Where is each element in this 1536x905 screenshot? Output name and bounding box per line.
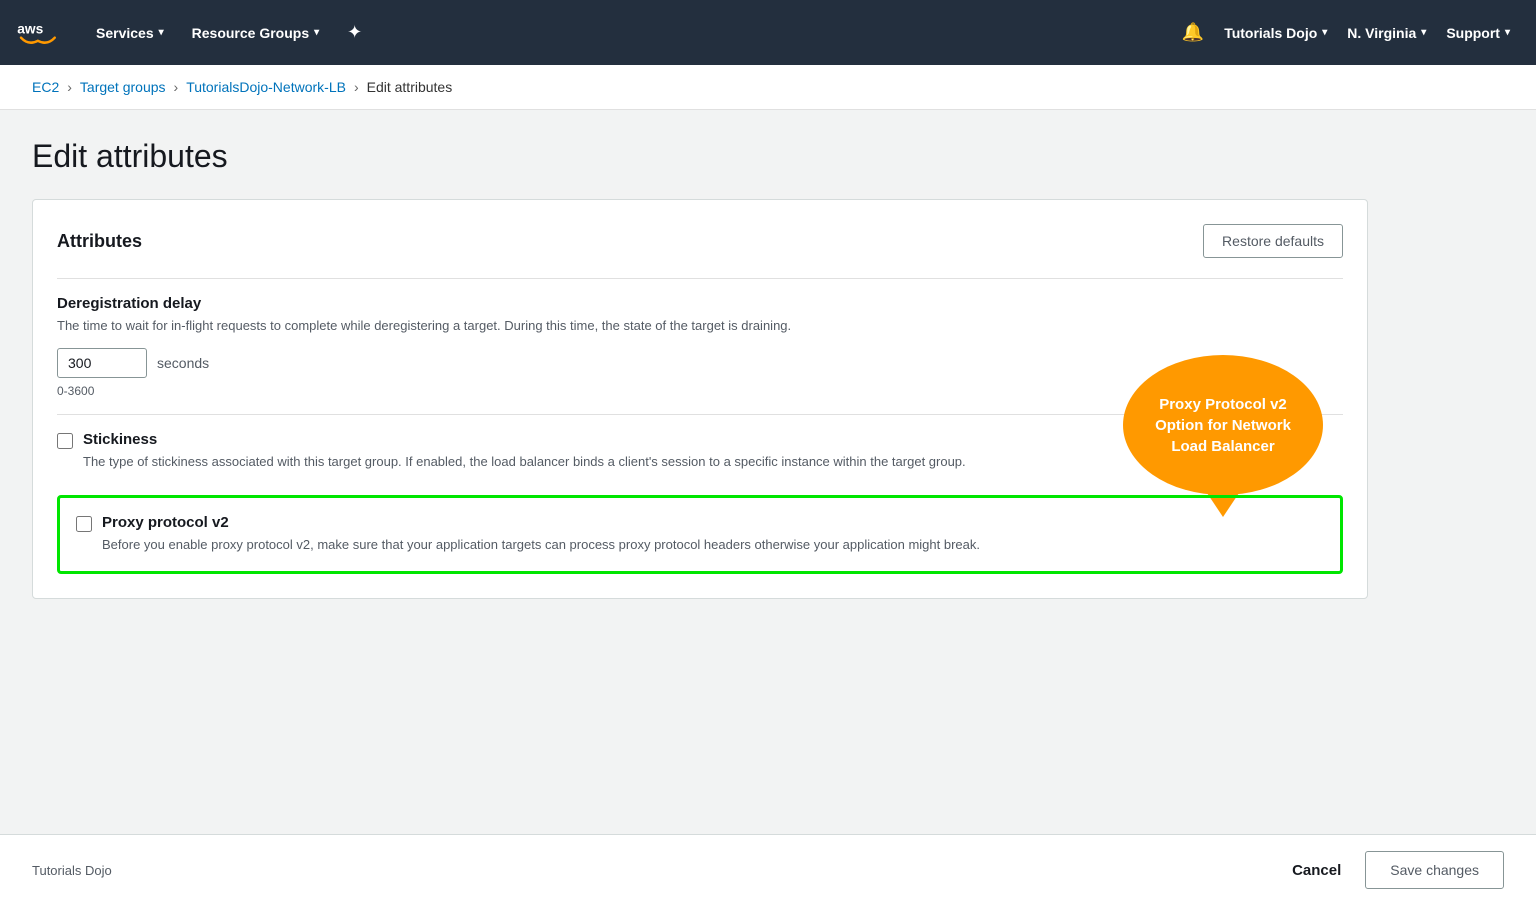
breadcrumb-current: Edit attributes bbox=[367, 79, 453, 95]
speech-bubble-text: Proxy Protocol v2 Option for Network Loa… bbox=[1139, 394, 1307, 457]
main-content: Edit attributes Attributes Restore defau… bbox=[0, 110, 1400, 699]
deregistration-label: Deregistration delay bbox=[57, 295, 1343, 312]
stickiness-content: Stickiness The type of stickiness associ… bbox=[83, 431, 966, 472]
breadcrumb-sep-3: › bbox=[354, 79, 359, 95]
support-nav[interactable]: Support ▾ bbox=[1436, 17, 1520, 49]
breadcrumb-lb-name[interactable]: TutorialsDojo-Network-LB bbox=[186, 79, 346, 95]
proxy-protocol-description: Before you enable proxy protocol v2, mak… bbox=[102, 535, 980, 555]
stickiness-label: Stickiness bbox=[83, 431, 966, 448]
card-header: Attributes Restore defaults bbox=[57, 224, 1343, 258]
breadcrumb-sep-2: › bbox=[174, 79, 179, 95]
breadcrumb: EC2 › Target groups › TutorialsDojo-Netw… bbox=[0, 65, 1536, 110]
footer-actions: Cancel Save changes bbox=[1292, 851, 1504, 889]
breadcrumb-sep-1: › bbox=[67, 79, 72, 95]
account-chevron-icon: ▾ bbox=[1322, 27, 1327, 38]
services-nav[interactable]: Services ▾ bbox=[86, 17, 174, 49]
resource-groups-nav[interactable]: Resource Groups ▾ bbox=[182, 17, 330, 49]
footer: Tutorials Dojo Cancel Save changes bbox=[0, 834, 1536, 905]
stickiness-checkbox[interactable] bbox=[57, 433, 73, 449]
services-label: Services bbox=[96, 25, 154, 41]
speech-bubble: Proxy Protocol v2 Option for Network Loa… bbox=[1123, 355, 1323, 495]
deregistration-description: The time to wait for in-flight requests … bbox=[57, 316, 1343, 336]
nav-right: 🔔 Tutorials Dojo ▾ N. Virginia ▾ Support… bbox=[1172, 14, 1520, 51]
resource-groups-chevron-icon: ▾ bbox=[314, 27, 319, 38]
save-changes-button[interactable]: Save changes bbox=[1365, 851, 1504, 889]
resource-groups-label: Resource Groups bbox=[192, 25, 309, 41]
restore-defaults-button[interactable]: Restore defaults bbox=[1203, 224, 1343, 258]
region-label: N. Virginia bbox=[1347, 25, 1416, 41]
breadcrumb-target-groups[interactable]: Target groups bbox=[80, 79, 166, 95]
proxy-protocol-content: Proxy protocol v2 Before you enable prox… bbox=[102, 514, 980, 555]
bookmark-icon[interactable]: ✦ bbox=[337, 14, 372, 51]
navbar: aws Services ▾ Resource Groups ▾ ✦ 🔔 Tut… bbox=[0, 0, 1536, 65]
account-label: Tutorials Dojo bbox=[1224, 25, 1317, 41]
account-nav[interactable]: Tutorials Dojo ▾ bbox=[1214, 17, 1337, 49]
region-nav[interactable]: N. Virginia ▾ bbox=[1337, 17, 1436, 49]
services-chevron-icon: ▾ bbox=[159, 27, 164, 38]
support-chevron-icon: ▾ bbox=[1505, 27, 1510, 38]
bell-icon[interactable]: 🔔 bbox=[1172, 14, 1214, 51]
deregistration-unit: seconds bbox=[157, 355, 209, 371]
cancel-button[interactable]: Cancel bbox=[1292, 862, 1341, 879]
footer-brand: Tutorials Dojo bbox=[32, 863, 112, 878]
breadcrumb-ec2[interactable]: EC2 bbox=[32, 79, 59, 95]
proxy-protocol-label: Proxy protocol v2 bbox=[102, 514, 980, 531]
support-label: Support bbox=[1446, 25, 1500, 41]
proxy-protocol-section: Proxy protocol v2 Before you enable prox… bbox=[57, 495, 1343, 574]
svg-text:aws: aws bbox=[17, 21, 43, 36]
attributes-card: Attributes Restore defaults Deregistrati… bbox=[32, 199, 1368, 599]
proxy-protocol-wrapper: Proxy Protocol v2 Option for Network Loa… bbox=[57, 495, 1343, 574]
proxy-protocol-checkbox[interactable] bbox=[76, 516, 92, 532]
proxy-protocol-row: Proxy protocol v2 Before you enable prox… bbox=[76, 514, 1324, 555]
aws-logo[interactable]: aws bbox=[16, 15, 66, 51]
speech-bubble-container: Proxy Protocol v2 Option for Network Loa… bbox=[1123, 355, 1323, 495]
card-title: Attributes bbox=[57, 231, 142, 252]
page-title: Edit attributes bbox=[32, 138, 1368, 175]
stickiness-description: The type of stickiness associated with t… bbox=[83, 452, 966, 472]
region-chevron-icon: ▾ bbox=[1421, 27, 1426, 38]
deregistration-input[interactable] bbox=[57, 348, 147, 378]
